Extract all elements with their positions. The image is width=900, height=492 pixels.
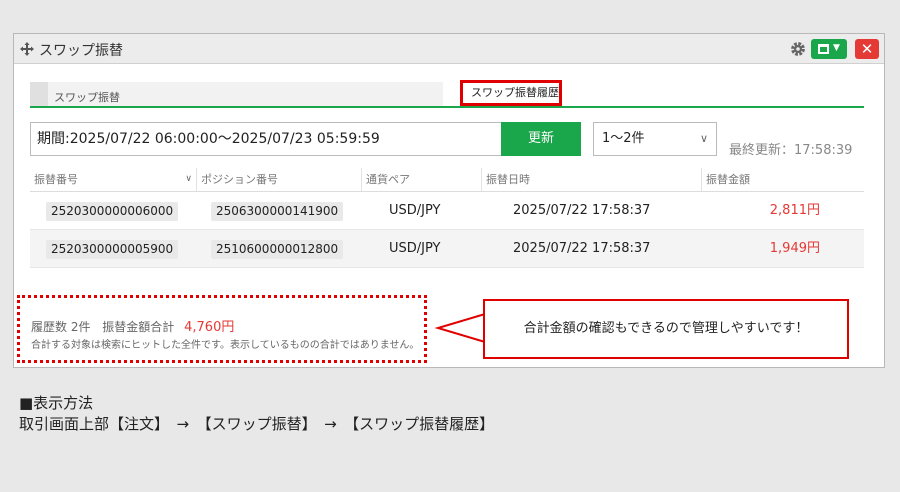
window-titlebar[interactable]: スワップ振替 ▼ ✕ bbox=[14, 34, 884, 64]
gear-icon[interactable] bbox=[789, 40, 807, 58]
total-amount: 4,760円 bbox=[184, 320, 235, 335]
tab-swap-transfer[interactable]: スワップ振替 bbox=[54, 89, 120, 105]
close-button[interactable]: ✕ bbox=[855, 39, 879, 59]
table-row[interactable]: 2520300000006000 2506300000141900 USD/JP… bbox=[30, 192, 864, 230]
close-icon: ✕ bbox=[860, 40, 874, 58]
last-update-time: 最終更新：17:58:39 bbox=[729, 143, 853, 158]
column-header-pair[interactable]: 通貨ペア bbox=[361, 168, 481, 191]
transfer-amount: 1,949円 bbox=[769, 241, 820, 256]
position-number: 2510600000012800 bbox=[211, 240, 344, 259]
tab-swap-transfer-history[interactable]: スワップ振替履歴 bbox=[460, 80, 562, 106]
summary-line: 履歴数 2件 振替金額合計 4,760円 bbox=[31, 316, 234, 335]
chevron-down-icon: ∨ bbox=[185, 174, 192, 184]
callout-pointer bbox=[434, 313, 486, 343]
window-layout-button[interactable]: ▼ bbox=[811, 39, 847, 59]
period-field[interactable]: 期間:2025/07/22 06:00:00〜2025/07/23 05:59:… bbox=[30, 122, 502, 156]
tab-bar-marker bbox=[30, 82, 48, 106]
currency-pair: USD/JPY bbox=[389, 241, 441, 256]
transfer-datetime: 2025/07/22 17:58:37 bbox=[513, 203, 651, 218]
column-header-transfer-no[interactable]: 振替番号 ∨ bbox=[30, 168, 196, 191]
total-label: 振替金額合計 bbox=[102, 320, 175, 334]
chevron-down-icon: ∨ bbox=[699, 132, 708, 145]
tab-bar: スワップ振替 スワップ振替履歴 bbox=[30, 80, 864, 108]
column-header-amount[interactable]: 振替金額 bbox=[701, 168, 834, 191]
currency-pair: USD/JPY bbox=[389, 203, 441, 218]
period-label: 期間: bbox=[37, 131, 70, 147]
transfer-number: 2520300000005900 bbox=[46, 240, 179, 259]
summary-note: 合計する対象は検索にヒットした全件です。表示しているものの合計ではありません。 bbox=[31, 340, 420, 351]
transfer-datetime: 2025/07/22 17:58:37 bbox=[513, 241, 651, 256]
period-value: 2025/07/22 06:00:00〜2025/07/23 05:59:59 bbox=[69, 131, 380, 147]
table-row[interactable]: 2520300000005900 2510600000012800 USD/JP… bbox=[30, 230, 864, 268]
transfer-number: 2520300000006000 bbox=[46, 202, 179, 221]
move-icon[interactable] bbox=[19, 41, 35, 57]
window-icon bbox=[818, 44, 829, 54]
display-method-heading: ■表示方法 bbox=[19, 394, 94, 412]
column-header-position-no[interactable]: ポジション番号 bbox=[196, 168, 361, 191]
column-header-datetime[interactable]: 振替日時 bbox=[481, 168, 701, 191]
table-header: 振替番号 ∨ ポジション番号 通貨ペア 振替日時 振替金額 bbox=[30, 168, 864, 192]
range-select-value: 1〜2件 bbox=[602, 131, 645, 146]
update-button[interactable]: 更新 bbox=[501, 122, 581, 156]
callout-note: 合計金額の確認もできるので管理しやすいです！ bbox=[483, 299, 849, 359]
transfer-amount: 2,811円 bbox=[769, 203, 820, 218]
range-select[interactable]: 1〜2件 ∨ bbox=[593, 122, 717, 156]
display-method-path: 取引画面上部【注文】 → 【スワップ振替】 → 【スワップ振替履歴】 bbox=[19, 415, 495, 433]
history-count: 履歴数 2件 bbox=[31, 320, 91, 334]
window-title: スワップ振替 bbox=[39, 43, 123, 59]
chevron-down-icon: ▼ bbox=[833, 43, 840, 53]
position-number: 2506300000141900 bbox=[211, 202, 344, 221]
